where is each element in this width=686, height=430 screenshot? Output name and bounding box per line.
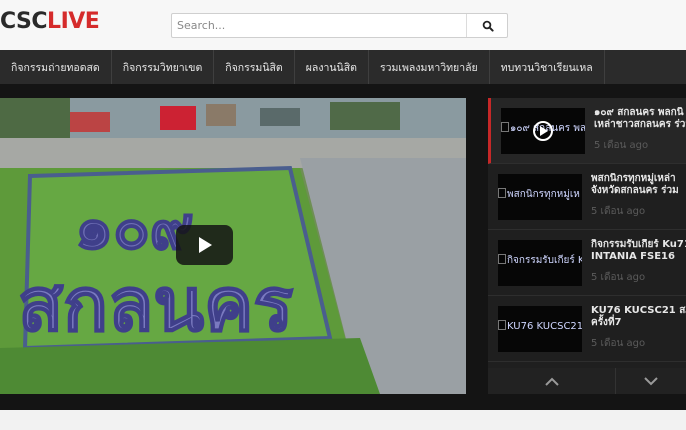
playlist-item[interactable]: KU76 KUCSC21 KU76 KUCSC21 สภ ครั้งที่7 5… bbox=[488, 296, 686, 362]
nav-item-university-songs[interactable]: รวมเพลงมหาวิทยาลัย bbox=[369, 50, 490, 84]
nav-item-student-works[interactable]: ผลงานนิสิต bbox=[295, 50, 369, 84]
playlist-thumbnail: กิจกรรมรับเกียร์ K bbox=[498, 240, 582, 286]
nav-item-student-activities[interactable]: กิจกรรมนิสิต bbox=[214, 50, 295, 84]
broken-image-icon bbox=[498, 188, 506, 198]
search-box bbox=[171, 13, 508, 38]
playlist-item-time: 5 เดือน ago bbox=[594, 140, 649, 151]
playlist-down-button[interactable] bbox=[616, 368, 686, 394]
title-line-2: ครั้งที่7 bbox=[591, 317, 622, 328]
playlist-item-time: 5 เดือน ago bbox=[591, 338, 646, 349]
playlist-item-time: 5 เดือน ago bbox=[591, 206, 646, 217]
search-input[interactable] bbox=[172, 14, 465, 37]
title-line-2: จังหวัดสกลนคร ร่วม bbox=[591, 185, 679, 196]
play-circle-icon bbox=[533, 121, 553, 141]
search-icon bbox=[482, 20, 494, 32]
title-line-1: พสกนิกรทุกหมู่เหล่า bbox=[591, 173, 676, 184]
playlist-item[interactable]: พสกนิกรทุกหมู่เห พสกนิกรทุกหมู่เหล่า จัง… bbox=[488, 164, 686, 230]
nav-item-live-activities[interactable]: กิจกรรมถ่ายทอดสด bbox=[0, 50, 112, 84]
playlist-item-title: กิจกรรมรับเกียร์ Ku71 INTANIA FSE16 bbox=[591, 239, 686, 263]
video-frame: ๑๐๙ สกลนคร bbox=[0, 98, 466, 394]
logo-part-1: CSC bbox=[0, 9, 48, 34]
header: CSCLIVE bbox=[0, 0, 686, 50]
main-nav: กิจกรรมถ่ายทอดสด กิจกรรมวิทยาเขต กิจกรรม… bbox=[0, 50, 686, 84]
playlist-thumbnail: พสกนิกรทุกหมู่เห bbox=[498, 174, 582, 220]
playlist-item-title: พสกนิกรทุกหมู่เหล่า จังหวัดสกลนคร ร่วม bbox=[591, 173, 686, 197]
search-button[interactable] bbox=[466, 14, 508, 37]
site-logo[interactable]: CSCLIVE bbox=[0, 9, 100, 34]
chevron-up-icon bbox=[544, 377, 559, 386]
nav-item-campus-activities[interactable]: กิจกรรมวิทยาเขต bbox=[112, 50, 215, 84]
playlist-sidebar: ๑๐๙ สกลนคร พล ๑๐๙ สกลนคร พลกนิ เหล่าชาวส… bbox=[488, 98, 686, 394]
playlist-item[interactable]: ๑๐๙ สกลนคร พล ๑๐๙ สกลนคร พลกนิ เหล่าชาวส… bbox=[488, 98, 686, 164]
thumbnail-alt-text: พสกนิกรทุกหมู่เห bbox=[507, 189, 580, 200]
playlist-item[interactable]: กิจกรรมรับเกียร์ K กิจกรรมรับเกียร์ Ku71… bbox=[488, 230, 686, 296]
playlist-item-title: ๑๐๙ สกลนคร พลกนิ เหล่าชาวสกลนคร ร่วม bbox=[594, 107, 686, 131]
playlist-up-button[interactable] bbox=[488, 368, 616, 394]
thumbnail-alt-text: KU76 KUCSC21 bbox=[507, 321, 582, 332]
playlist-item-title: KU76 KUCSC21 สภ ครั้งที่7 bbox=[591, 305, 686, 329]
broken-image-icon bbox=[498, 320, 506, 330]
video-player[interactable]: ๑๐๙ สกลนคร bbox=[0, 98, 466, 394]
thumbnail-alt-text: กิจกรรมรับเกียร์ K bbox=[507, 255, 582, 266]
chevron-down-icon bbox=[644, 376, 658, 385]
title-line-1: กิจกรรมรับเกียร์ Ku71 bbox=[591, 239, 686, 250]
title-line-2: เหล่าชาวสกลนคร ร่วม bbox=[594, 119, 686, 130]
play-icon bbox=[198, 237, 212, 253]
playlist-thumbnail: ๑๐๙ สกลนคร พล bbox=[501, 108, 585, 154]
page-bottom bbox=[0, 410, 686, 430]
title-line-2: INTANIA FSE16 bbox=[591, 251, 675, 262]
play-button[interactable] bbox=[176, 225, 233, 265]
broken-image-icon bbox=[498, 254, 506, 264]
title-line-1: ๑๐๙ สกลนคร พลกนิ bbox=[594, 107, 684, 118]
playlist-item-time: 5 เดือน ago bbox=[591, 272, 646, 283]
title-line-1: KU76 KUCSC21 สภ bbox=[591, 305, 686, 316]
nav-item-course-review[interactable]: ทบทวนวิชาเรียนเหล bbox=[490, 50, 605, 84]
logo-part-2: LIVE bbox=[47, 9, 100, 34]
playlist-nav bbox=[488, 368, 686, 394]
video-text-bottom: สกลนคร bbox=[18, 262, 293, 348]
playlist-thumbnail: KU76 KUCSC21 bbox=[498, 306, 582, 352]
video-stage: ๑๐๙ สกลนคร ๑๐๙ สกลนคร พล ๑๐๙ สกลนคร พลกน… bbox=[0, 84, 686, 410]
